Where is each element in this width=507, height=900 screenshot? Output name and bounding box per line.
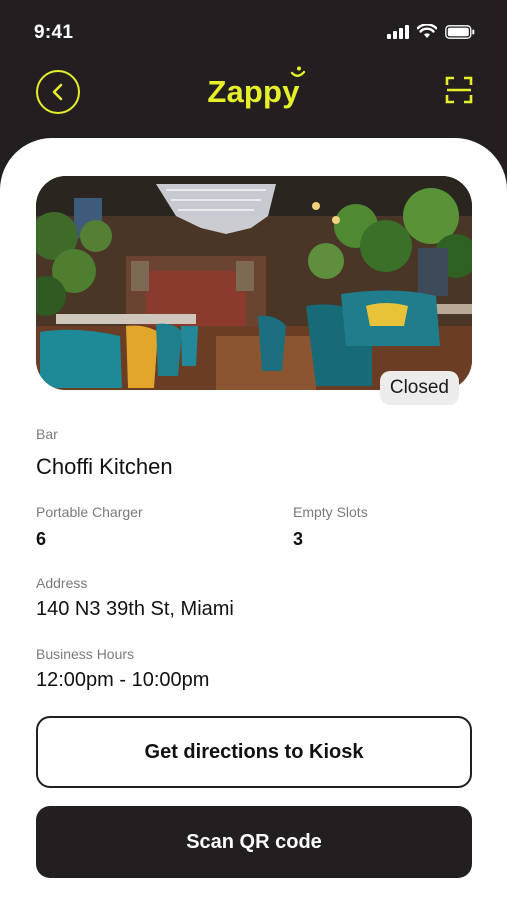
scan-qr-button[interactable]: Scan QR code: [36, 806, 472, 878]
address-value: 140 N3 39th St, Miami: [36, 598, 234, 620]
restaurant-interior-illustration: [36, 176, 472, 390]
status-time: 9:41: [34, 22, 74, 43]
battery-icon: [445, 24, 475, 39]
top-nav: Zappy: [0, 66, 507, 126]
business-hours-label: Business Hours: [36, 646, 135, 662]
scan-qr-label: Scan QR code: [186, 830, 322, 853]
venue-type-label: Bar: [36, 426, 58, 442]
smile-icon: [290, 66, 305, 77]
business-hours-value: 12:00pm - 10:00pm: [36, 669, 210, 691]
qr-scan-icon[interactable]: [445, 76, 473, 104]
empty-slots-label: Empty Slots: [293, 504, 368, 520]
empty-slots-count: 3: [293, 529, 304, 549]
charger-label: Portable Charger: [36, 504, 143, 520]
status-icons: [387, 24, 475, 39]
status-badge: Closed: [379, 371, 459, 405]
wifi-icon: [417, 24, 437, 38]
charger-count: 6: [36, 529, 47, 549]
cellular-signal-icon: [387, 24, 409, 39]
get-directions-label: Get directions to Kiosk: [144, 740, 364, 763]
address-label: Address: [36, 575, 88, 591]
venue-name: Choffi Kitchen: [36, 454, 173, 479]
get-directions-button[interactable]: Get directions to Kiosk: [36, 716, 472, 788]
logo-text: Zappy: [207, 74, 300, 109]
venue-photo: [36, 176, 472, 390]
venue-detail-sheet: Closed Bar Choffi Kitchen Portable Charg…: [0, 138, 507, 900]
app-logo: Zappy: [0, 66, 507, 110]
status-bar: 9:41: [0, 0, 507, 66]
